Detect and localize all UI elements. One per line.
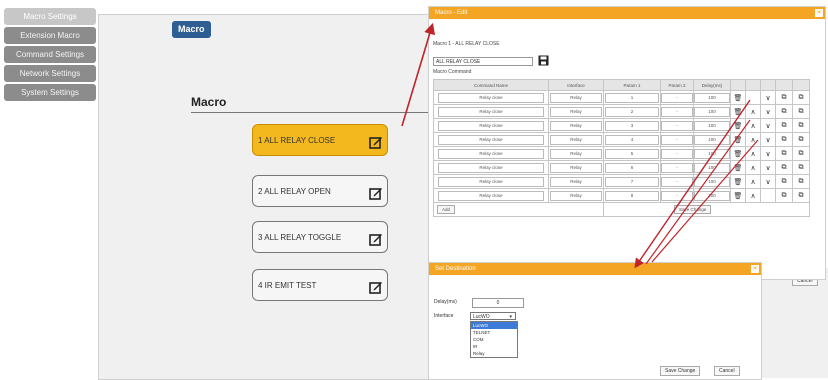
arrow-line (651, 139, 759, 263)
arrow-to-set-dialog (634, 99, 751, 269)
arrow-line (645, 119, 751, 265)
annotation-arrows (401, 22, 759, 269)
arrow-to-edit (401, 22, 436, 127)
